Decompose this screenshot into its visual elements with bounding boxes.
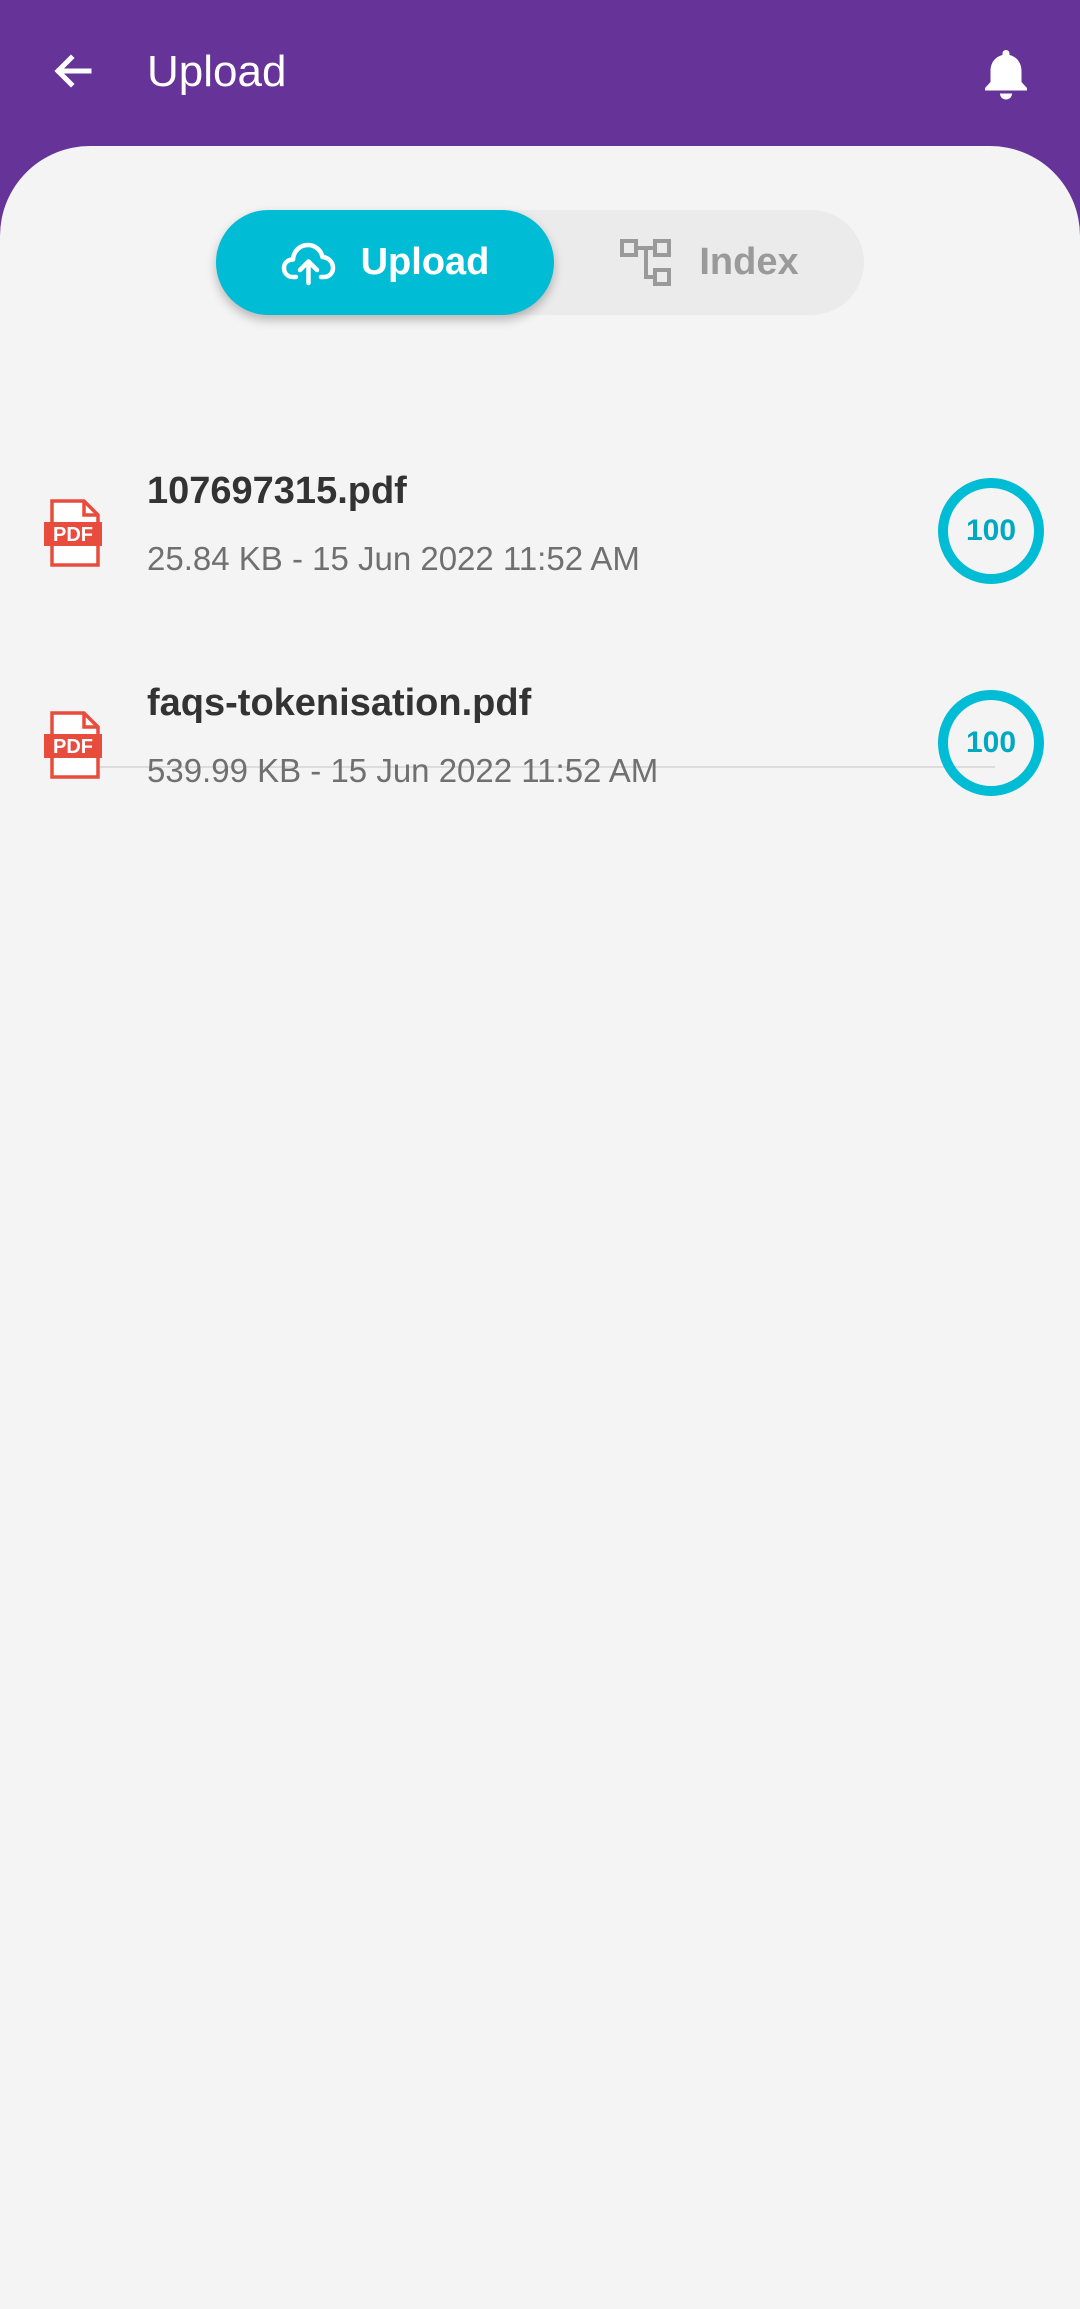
- pdf-file-icon: PDF: [42, 498, 104, 568]
- tab-index-label: Index: [699, 241, 799, 283]
- bell-icon: [980, 46, 1032, 107]
- tab-upload[interactable]: Upload: [216, 210, 554, 315]
- content-sheet: Upload Index PDF 107697315.pdf 25.84 KB …: [0, 146, 1080, 2309]
- hierarchy-icon: [619, 238, 675, 288]
- pdf-file-icon: PDF: [42, 710, 104, 780]
- tab-index[interactable]: Index: [554, 210, 864, 315]
- file-item[interactable]: PDF 107697315.pdf 25.84 KB - 15 Jun 2022…: [0, 436, 1080, 636]
- page-title: Upload: [147, 47, 287, 96]
- file-name: faqs-tokenisation.pdf: [147, 682, 532, 724]
- arrow-left-icon: [49, 47, 97, 100]
- tab-upload-label: Upload: [360, 241, 490, 283]
- file-meta: 25.84 KB - 15 Jun 2022 11:52 AM: [147, 540, 640, 577]
- svg-text:PDF: PDF: [53, 524, 93, 546]
- back-button[interactable]: [36, 36, 110, 110]
- cloud-upload-icon: [281, 239, 337, 287]
- progress-ring: 100: [938, 690, 1044, 796]
- progress-value: 100: [965, 726, 1017, 759]
- progress-ring: 100: [938, 478, 1044, 584]
- view-toggle: Upload Index: [216, 210, 864, 315]
- progress-value: 100: [965, 514, 1017, 547]
- svg-text:PDF: PDF: [53, 736, 93, 758]
- file-meta: 539.99 KB - 15 Jun 2022 11:52 AM: [147, 752, 659, 789]
- notifications-button[interactable]: [966, 36, 1046, 116]
- file-name: 107697315.pdf: [147, 470, 407, 512]
- file-item[interactable]: PDF faqs-tokenisation.pdf 539.99 KB - 15…: [0, 648, 1080, 848]
- app-bar: Upload: [0, 0, 1080, 150]
